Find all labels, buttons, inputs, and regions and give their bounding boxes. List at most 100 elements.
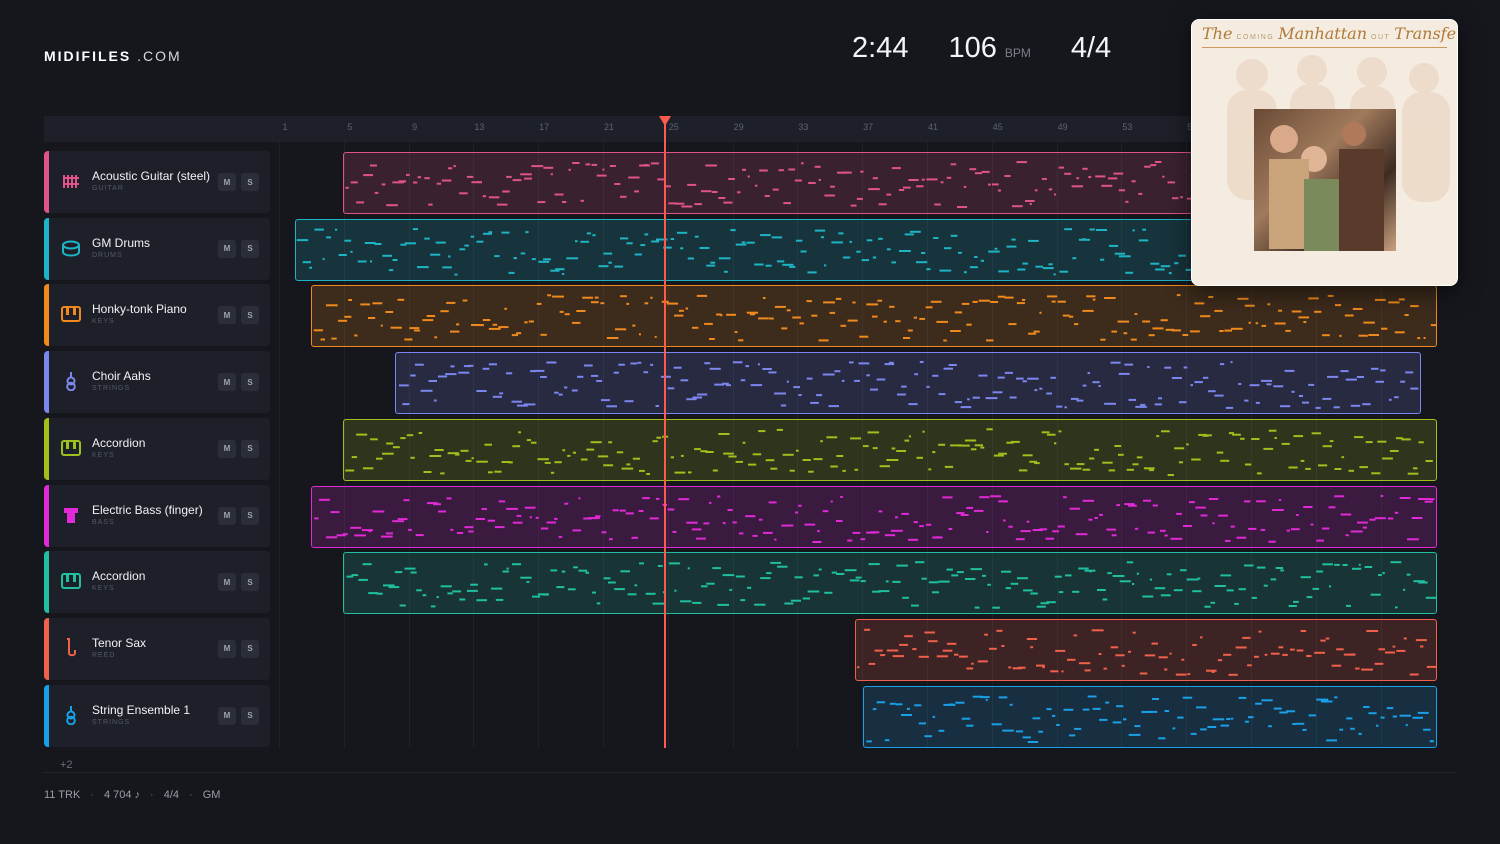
violin-icon bbox=[61, 705, 81, 725]
track-color-bar bbox=[44, 351, 49, 414]
mute-button[interactable]: M bbox=[218, 706, 236, 725]
track-header[interactable]: Accordion KEYS M S bbox=[44, 417, 270, 480]
track-category: STRINGS bbox=[92, 385, 131, 393]
track-category: KEYS bbox=[92, 318, 115, 326]
midi-clip[interactable] bbox=[310, 285, 1438, 348]
mute-button[interactable]: M bbox=[218, 439, 236, 458]
solo-button[interactable]: S bbox=[241, 639, 259, 658]
track-category: DRUMS bbox=[92, 251, 123, 259]
ruler-tick: 1 bbox=[282, 122, 288, 132]
track-name[interactable]: Choir Aahs bbox=[92, 369, 151, 383]
footer-standard: GM bbox=[202, 789, 221, 801]
mute-button[interactable]: M bbox=[218, 639, 236, 658]
ruler-tick: 13 bbox=[474, 122, 485, 132]
brand-suffix: .COM bbox=[137, 48, 182, 64]
bpm-value: 106 bbox=[948, 32, 997, 64]
bass-icon bbox=[61, 505, 81, 525]
meter-display: 4/4 bbox=[1071, 32, 1111, 65]
ruler-tick: 49 bbox=[1057, 122, 1068, 132]
solo-button[interactable]: S bbox=[241, 173, 259, 191]
clip-notes bbox=[313, 294, 1437, 342]
meter-value: 4/4 bbox=[1070, 32, 1112, 64]
clip-notes bbox=[345, 428, 1434, 476]
track-header[interactable]: Acoustic Guitar (steel) GUITAR M S bbox=[44, 151, 270, 213]
solo-button[interactable]: S bbox=[241, 573, 259, 592]
mute-button[interactable]: M bbox=[218, 573, 236, 592]
solo-button[interactable]: S bbox=[241, 506, 259, 525]
clip-notes bbox=[346, 561, 1437, 609]
midi-clip[interactable] bbox=[310, 485, 1438, 548]
clip-notes bbox=[314, 494, 1435, 543]
sax-icon bbox=[61, 637, 81, 658]
playhead-marker[interactable] bbox=[658, 116, 671, 126]
ruler-tick: 53 bbox=[1122, 122, 1133, 132]
track-name[interactable]: Tenor Sax bbox=[92, 636, 146, 650]
tempo-display: 106 BPM bbox=[948, 32, 1030, 65]
track-category: KEYS bbox=[92, 451, 115, 459]
track-color-bar bbox=[44, 151, 49, 213]
track-category: KEYS bbox=[92, 585, 115, 593]
midi-clip[interactable] bbox=[863, 685, 1438, 748]
solo-button[interactable]: S bbox=[241, 306, 259, 325]
guitar-icon bbox=[61, 171, 81, 191]
footer-divider bbox=[44, 772, 1456, 773]
solo-button[interactable]: S bbox=[241, 373, 259, 392]
track-category: REED bbox=[92, 651, 116, 659]
clip-notes bbox=[866, 695, 1435, 743]
solo-button[interactable]: S bbox=[241, 706, 259, 725]
midi-clip[interactable] bbox=[343, 152, 1243, 214]
track-color-bar bbox=[44, 617, 49, 680]
ruler-tick: 37 bbox=[863, 122, 874, 132]
track-name[interactable]: Honky-tonk Piano bbox=[92, 302, 187, 316]
more-tracks-label[interactable]: +2 bbox=[60, 759, 73, 771]
album-photo bbox=[1254, 109, 1396, 251]
track-color-bar bbox=[44, 417, 49, 480]
midi-clip[interactable] bbox=[855, 618, 1438, 681]
mute-button[interactable]: M bbox=[218, 306, 236, 325]
track-name[interactable]: Accordion bbox=[92, 436, 145, 450]
brand-logo: MIDIFILES .COM bbox=[44, 48, 182, 64]
brand-main: MIDIFILES bbox=[44, 48, 132, 64]
footer-info: 11 TRK · 4 704 ♪ · 4/4 · GM bbox=[44, 789, 220, 801]
track-header[interactable]: GM Drums DRUMS M S bbox=[44, 217, 270, 280]
track-name[interactable]: Electric Bass (finger) bbox=[92, 503, 203, 517]
playhead[interactable] bbox=[663, 122, 666, 748]
track-name[interactable]: Acoustic Guitar (steel) bbox=[92, 169, 210, 183]
track-header[interactable]: Choir Aahs STRINGS M S bbox=[44, 351, 270, 414]
track-category: BASS bbox=[92, 518, 115, 526]
track-header[interactable]: Electric Bass (finger) BASS M S bbox=[44, 484, 270, 547]
mute-button[interactable]: M bbox=[218, 506, 236, 525]
bpm-unit: BPM bbox=[1004, 46, 1031, 60]
ruler-tick: 45 bbox=[992, 122, 1003, 132]
midi-clip[interactable] bbox=[395, 352, 1421, 415]
track-header[interactable]: Accordion KEYS M S bbox=[44, 551, 270, 614]
track-name[interactable]: Accordion bbox=[92, 569, 145, 583]
footer-sep: · bbox=[189, 789, 193, 801]
track-name[interactable]: GM Drums bbox=[92, 236, 150, 250]
mute-button[interactable]: M bbox=[218, 173, 236, 191]
mute-button[interactable]: M bbox=[218, 239, 236, 258]
track-header[interactable]: Tenor Sax REED M S bbox=[44, 617, 270, 680]
footer-meter: 4/4 bbox=[163, 789, 180, 801]
track-color-bar bbox=[44, 484, 49, 547]
piano-icon bbox=[61, 304, 81, 324]
album-cover: The COMING Manhattan OUT Transfer bbox=[1191, 19, 1458, 286]
ruler-tick: 33 bbox=[798, 122, 809, 132]
track-color-bar bbox=[44, 684, 49, 747]
drum-icon bbox=[61, 238, 81, 258]
ruler-tick: 9 bbox=[412, 122, 418, 132]
midi-clip[interactable] bbox=[343, 418, 1438, 481]
clip-notes bbox=[857, 628, 1437, 676]
track-color-bar bbox=[44, 217, 49, 280]
track-category: GUITAR bbox=[92, 185, 124, 192]
track-header[interactable]: String Ensemble 1 STRINGS M S bbox=[44, 684, 270, 747]
ruler-tick: 17 bbox=[539, 122, 550, 132]
ruler-tick: 41 bbox=[927, 122, 939, 132]
track-name[interactable]: String Ensemble 1 bbox=[92, 703, 190, 717]
track-header[interactable]: Honky-tonk Piano KEYS M S bbox=[44, 284, 270, 347]
solo-button[interactable]: S bbox=[241, 239, 259, 258]
midi-clip[interactable] bbox=[343, 552, 1438, 615]
mute-button[interactable]: M bbox=[218, 373, 236, 392]
solo-button[interactable]: S bbox=[241, 439, 259, 458]
band-photo-figures bbox=[1269, 122, 1384, 251]
